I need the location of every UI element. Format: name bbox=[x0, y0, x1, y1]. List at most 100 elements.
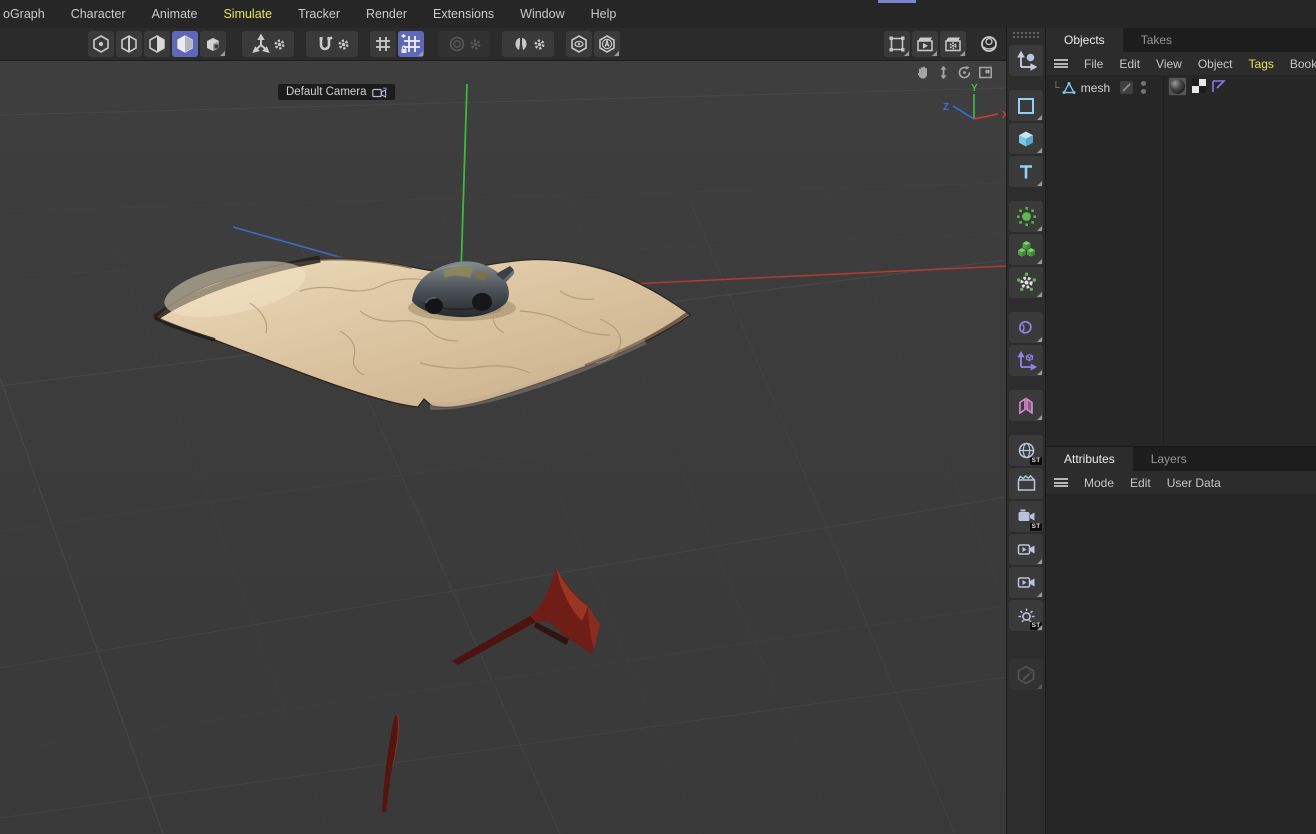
objects-menu-object[interactable]: Object bbox=[1198, 57, 1233, 71]
solo-eye-hexagon-icon bbox=[569, 34, 589, 54]
menu-bar: oGraph Character Animate Simulate Tracke… bbox=[0, 0, 1316, 28]
attributes-hamburger-icon[interactable] bbox=[1054, 478, 1068, 487]
model-mode-icon bbox=[175, 34, 195, 54]
solo-auto-button[interactable] bbox=[594, 31, 620, 57]
attributes-menu-edit[interactable]: Edit bbox=[1130, 476, 1151, 490]
attributes-menu-user-data[interactable]: User Data bbox=[1167, 476, 1221, 490]
falloff-button bbox=[438, 31, 490, 57]
edit-pencil-hexagon-icon bbox=[1016, 665, 1036, 685]
object-mode-button[interactable] bbox=[200, 31, 226, 57]
camera-label[interactable]: Default Camera bbox=[278, 84, 395, 100]
render-settings-icon bbox=[943, 34, 963, 54]
move-tool-button[interactable] bbox=[1009, 45, 1043, 76]
model-mode-button[interactable] bbox=[172, 31, 198, 57]
generator-gear-icon bbox=[1016, 272, 1037, 293]
field-object-button[interactable] bbox=[1009, 201, 1043, 232]
object-mode-icon bbox=[203, 34, 223, 54]
camera-play-button[interactable] bbox=[1009, 534, 1043, 565]
render-settings-button[interactable] bbox=[940, 31, 966, 57]
visibility-dots[interactable] bbox=[1141, 81, 1146, 94]
volume-builder-button[interactable] bbox=[1009, 234, 1043, 265]
objects-menu-bookmarks[interactable]: Bookmarks bbox=[1290, 57, 1316, 71]
phong-tag-icon[interactable] bbox=[1211, 79, 1226, 94]
objects-menu-edit[interactable]: Edit bbox=[1119, 57, 1140, 71]
frame-selected-icon bbox=[887, 34, 907, 54]
axis-gizmo-z-label: Z bbox=[943, 102, 949, 113]
objects-menu-tags[interactable]: Tags bbox=[1249, 57, 1274, 71]
menu-animate[interactable]: Animate bbox=[139, 0, 211, 28]
st-badge: ST bbox=[1030, 622, 1042, 630]
menu-render[interactable]: Render bbox=[353, 0, 420, 28]
tab-layers[interactable]: Layers bbox=[1133, 447, 1205, 471]
tab-takes[interactable]: Takes bbox=[1123, 28, 1190, 52]
move-tool-icon bbox=[1015, 50, 1037, 72]
car-wheel-rear bbox=[472, 293, 492, 311]
strip-grip-handle[interactable] bbox=[1012, 31, 1040, 39]
render-view-icon bbox=[915, 34, 935, 54]
null-axis-icon bbox=[1016, 350, 1037, 371]
frame-selected-button[interactable] bbox=[884, 31, 910, 57]
dolly-zoom-icon[interactable] bbox=[935, 64, 952, 81]
viewport-scene bbox=[0, 61, 1006, 834]
cube-primitive-button[interactable] bbox=[1009, 123, 1043, 154]
camera-st-button[interactable]: ST bbox=[1009, 501, 1043, 532]
menu-mograph[interactable]: oGraph bbox=[0, 0, 58, 28]
falloff-circles-icon bbox=[447, 34, 467, 54]
generator-settings-button[interactable] bbox=[1009, 267, 1043, 298]
axis-settings-gear-icon bbox=[273, 38, 286, 51]
symmetry-button[interactable] bbox=[502, 31, 554, 57]
camera-play-2-button[interactable] bbox=[1009, 567, 1043, 598]
menu-extensions[interactable]: Extensions bbox=[420, 0, 507, 28]
metaball-icon bbox=[1016, 318, 1036, 338]
edges-mode-button[interactable] bbox=[116, 31, 142, 57]
polygons-mode-button[interactable] bbox=[144, 31, 170, 57]
edit-toggle-icon[interactable] bbox=[1120, 81, 1133, 94]
sky-object-button[interactable]: ST bbox=[1009, 435, 1043, 466]
interactive-render-button[interactable] bbox=[976, 31, 1002, 57]
points-mode-button[interactable] bbox=[88, 31, 114, 57]
objects-menu-view[interactable]: View bbox=[1156, 57, 1182, 71]
light-object-button[interactable]: ST bbox=[1009, 600, 1043, 631]
spline-rectangle-button[interactable] bbox=[1009, 90, 1043, 121]
objects-tree[interactable]: └ mesh bbox=[1046, 75, 1316, 447]
instance-mirror-button[interactable] bbox=[1009, 390, 1043, 421]
orbit-rotate-icon[interactable] bbox=[956, 64, 973, 81]
snap-button[interactable] bbox=[306, 31, 358, 57]
axis-gizmo-y-label: Y bbox=[971, 83, 978, 94]
camera-play-2-icon bbox=[1016, 572, 1037, 593]
symmetry-butterfly-icon bbox=[511, 34, 531, 54]
stage-object-button[interactable] bbox=[1009, 468, 1043, 499]
menu-help[interactable]: Help bbox=[578, 0, 630, 28]
object-row-mesh[interactable]: └ mesh bbox=[1046, 77, 1316, 98]
null-axis-button[interactable] bbox=[1009, 345, 1043, 376]
tab-objects[interactable]: Objects bbox=[1046, 28, 1123, 52]
objects-menu-file[interactable]: File bbox=[1084, 57, 1103, 71]
metaball-button[interactable] bbox=[1009, 312, 1043, 343]
text-object-button[interactable] bbox=[1009, 156, 1043, 187]
enable-axis-button[interactable] bbox=[242, 31, 294, 57]
attributes-menu-row: Mode Edit User Data bbox=[1046, 471, 1316, 494]
attributes-menu-mode[interactable]: Mode bbox=[1084, 476, 1114, 490]
menu-tracker[interactable]: Tracker bbox=[285, 0, 353, 28]
solo-button[interactable] bbox=[566, 31, 592, 57]
polygon-object-icon bbox=[1062, 81, 1076, 95]
workplane-lock-button[interactable] bbox=[398, 31, 424, 57]
viewport-3d[interactable]: Default Camera Y Z X bbox=[0, 61, 1006, 834]
object-name[interactable]: mesh bbox=[1081, 81, 1110, 95]
pan-hand-icon[interactable] bbox=[914, 64, 931, 81]
viewport-background bbox=[0, 61, 1006, 834]
menu-simulate[interactable]: Simulate bbox=[210, 0, 285, 28]
material-tag-icon[interactable] bbox=[1168, 77, 1187, 96]
maximize-view-icon[interactable] bbox=[977, 64, 994, 81]
objects-hamburger-icon[interactable] bbox=[1054, 59, 1068, 68]
points-mode-icon bbox=[91, 34, 111, 54]
tab-attributes[interactable]: Attributes bbox=[1046, 447, 1133, 471]
axis-gizmo[interactable]: Y Z X bbox=[940, 83, 1006, 133]
menu-window[interactable]: Window bbox=[507, 0, 577, 28]
uvw-tag-icon[interactable] bbox=[1192, 79, 1206, 93]
camera-label-text: Default Camera bbox=[286, 86, 367, 98]
render-view-button[interactable] bbox=[912, 31, 938, 57]
menu-character[interactable]: Character bbox=[58, 0, 139, 28]
workplane-grid-icon bbox=[373, 34, 393, 54]
workplane-button[interactable] bbox=[370, 31, 396, 57]
